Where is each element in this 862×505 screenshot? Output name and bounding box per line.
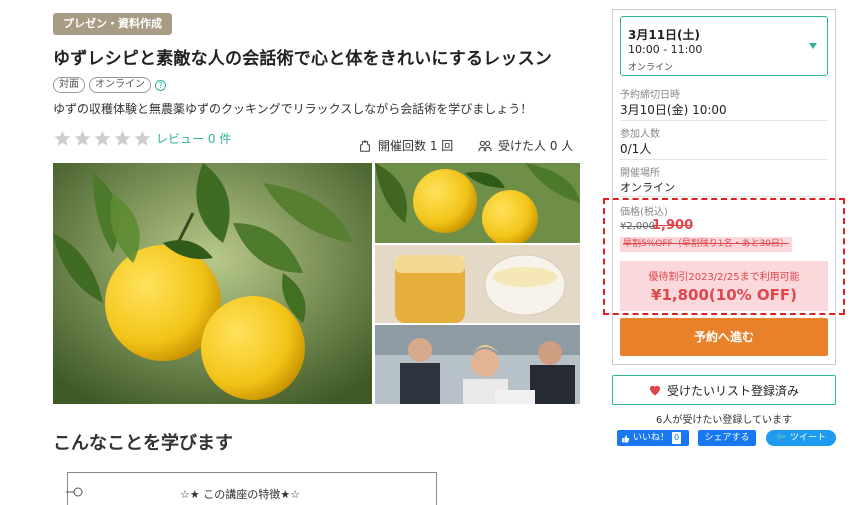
date-time: 10:00 - 11:00 [628, 43, 703, 56]
divider [620, 159, 828, 160]
facebook-like-button[interactable]: いいね！ 0 [617, 430, 689, 446]
star-rating [53, 129, 152, 148]
yuzu-fruit-photo [53, 163, 372, 404]
held-count: 開催回数 1 回 [358, 137, 453, 154]
yuzu-jam-and-drink-photo [375, 245, 580, 323]
star-icon [134, 130, 151, 146]
thumb-yuzu[interactable] [375, 163, 580, 243]
star-icon [114, 130, 131, 146]
participants-label: 参加人数 [620, 129, 660, 140]
venue-value: オンライン [620, 181, 675, 194]
facebook-share-button[interactable]: シェアする [698, 430, 756, 446]
main-photo-yuzu[interactable] [53, 163, 372, 404]
review-count-link[interactable]: レビュー 0 件 [156, 130, 231, 147]
features-title: ☆★ この講座の特徴★☆ [180, 488, 300, 501]
rating-row: レビュー 0 件 [53, 129, 231, 148]
chevron-down-icon [809, 43, 817, 49]
star-icon [74, 130, 91, 146]
twitter-bird-icon: 🐦 [775, 433, 788, 443]
page-title: ゆずレシピと素敵な人の会話術で心と体をきれいにするレッスン [53, 49, 552, 69]
divider [620, 120, 828, 121]
participants-value: 0/1人 [620, 142, 652, 156]
tag-online: オンライン [89, 77, 151, 93]
date-mode: オンライン [628, 63, 674, 73]
received-count: 受けた人 0 人 [478, 137, 573, 154]
social-buttons: いいね！ 0 シェアする 🐦 ツイート [617, 430, 836, 446]
thumb-yuzu-jam[interactable] [375, 245, 580, 323]
deadline-value: 3月10日(金) 10:00 [620, 103, 727, 117]
deadline-label: 予約締切日時 [620, 90, 680, 101]
like-count: 0 [672, 432, 682, 444]
like-label: いいね！ [633, 433, 670, 443]
held-count-label: 開催回数 1 回 [378, 139, 454, 153]
timeline-dot-icon [66, 487, 83, 497]
learn-section-heading: こんなことを学びます [53, 433, 233, 454]
tweet-label: ツイート [790, 433, 827, 443]
price-highlight-box [603, 198, 845, 315]
date-select[interactable]: 3月11日(土) 10:00 - 11:00 オンライン [620, 16, 828, 76]
business-people-meeting-photo [375, 325, 580, 404]
star-icon [54, 130, 71, 146]
reserve-button[interactable]: 予約へ進む [620, 318, 828, 356]
tag-in-person: 対面 [53, 77, 85, 93]
users-icon [478, 140, 492, 151]
wishlist-button[interactable]: 受けたいリスト登録済み [612, 375, 836, 405]
category-badge[interactable]: プレゼン・資料作成 [53, 13, 172, 35]
divider [620, 196, 828, 197]
heart-icon [649, 385, 660, 395]
yuzu-fruit-photo [375, 163, 580, 243]
star-icon [94, 130, 111, 146]
help-icon[interactable]: ? [155, 79, 166, 91]
tweet-button[interactable]: 🐦 ツイート [766, 430, 836, 446]
podium-icon [360, 139, 370, 152]
wishlist-label: 受けたいリスト登録済み [666, 383, 799, 398]
date-day: 3月11日(土) [628, 28, 701, 42]
tag-row: 対面 オンライン ? [53, 77, 166, 93]
venue-label: 開催場所 [620, 168, 660, 179]
thumb-business-meeting[interactable] [375, 325, 580, 404]
thumbs-up-icon [622, 434, 630, 442]
wishlist-count: 6人が受けたい登録しています [655, 415, 793, 426]
received-count-label: 受けた人 0 人 [498, 139, 574, 153]
subtitle: ゆずの収穫体験と無農薬ゆずのクッキングでリラックスしながら会話術を学びましょう！ [53, 102, 533, 116]
